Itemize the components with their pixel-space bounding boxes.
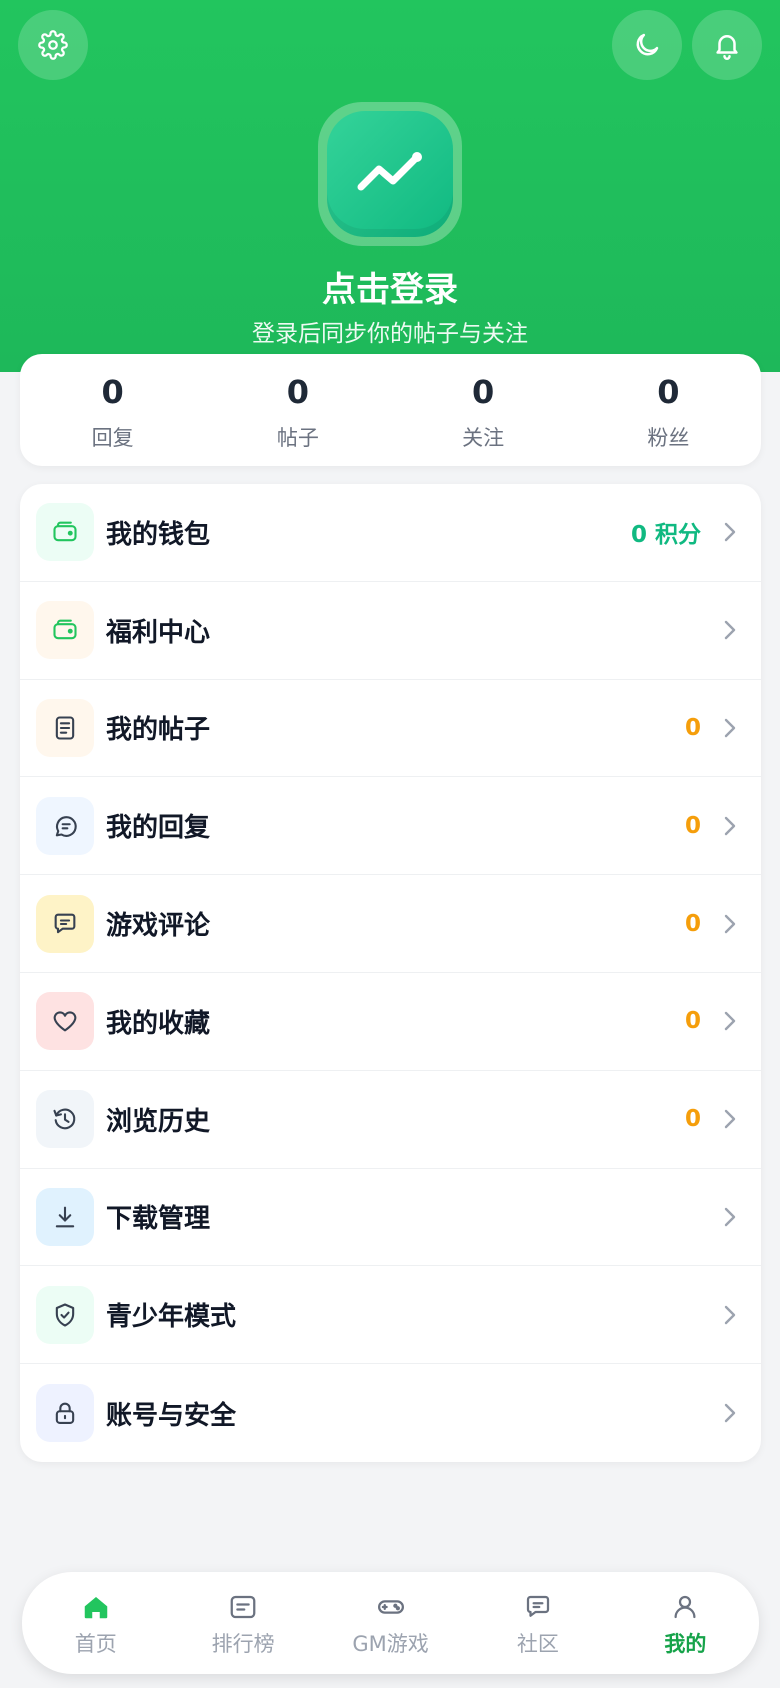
menu-label: 我的收藏: [106, 1008, 211, 1039]
tab-label: GM游戏: [352, 1632, 429, 1656]
chevron-right-icon: [721, 1303, 739, 1327]
menu-value: 0: [684, 1106, 701, 1133]
login-title[interactable]: 点击登录: [0, 262, 780, 311]
profile-header: 点击登录 登录后同步你的帖子与关注: [0, 0, 780, 372]
menu-item-game-comments[interactable]: 游戏评论 0: [20, 875, 761, 973]
stat-following[interactable]: 0 关注: [391, 354, 576, 466]
tab-community[interactable]: 社区: [464, 1572, 611, 1674]
stat-posts[interactable]: 0 帖子: [205, 354, 390, 466]
chevron-right-icon: [721, 1205, 739, 1229]
stat-label: 粉丝: [647, 426, 690, 450]
menu-label: 下载管理: [106, 1204, 211, 1235]
stats-card: 0 回复 0 帖子 0 关注 0 粉丝: [20, 354, 761, 466]
comment-icon: [36, 894, 94, 953]
menu-item-welfare[interactable]: 福利中心: [20, 582, 761, 680]
menu-label: 我的帖子: [106, 715, 211, 746]
avatar[interactable]: [318, 102, 462, 246]
stat-value: 0: [471, 373, 495, 411]
chevron-right-icon: [721, 814, 739, 838]
heart-icon: [36, 992, 94, 1051]
tab-ranking[interactable]: 排行榜: [169, 1572, 316, 1674]
menu-value: 0: [684, 714, 701, 741]
stat-replies[interactable]: 0 回复: [20, 354, 205, 466]
menu-label: 我的钱包: [106, 519, 211, 550]
menu-item-my-replies[interactable]: 我的回复 0: [20, 777, 761, 876]
ranking-icon: [230, 1595, 256, 1619]
menu-value: 0: [684, 910, 701, 937]
stat-value: 0: [657, 373, 680, 411]
menu-label: 青少年模式: [106, 1302, 237, 1333]
trend-line-icon: [357, 152, 422, 191]
avatar-tile: [327, 111, 453, 237]
shield-check-icon: [36, 1285, 94, 1344]
menu-label: 浏览历史: [106, 1106, 211, 1137]
community-icon: [526, 1595, 550, 1617]
stat-value: 0: [101, 373, 124, 411]
chevron-right-icon: [721, 1009, 739, 1033]
chat-reply-icon: [36, 796, 94, 855]
moon-icon: [636, 33, 659, 56]
gear-icon: [38, 30, 68, 60]
menu-item-wallet[interactable]: 我的钱包 0 积分: [20, 484, 761, 582]
bottom-tab-bar: 首页 排行榜 GM游戏 社区 我的: [22, 1572, 759, 1674]
tab-home[interactable]: 首页: [22, 1572, 169, 1674]
tab-gm-games[interactable]: GM游戏: [317, 1572, 464, 1674]
user-icon: [674, 1595, 696, 1619]
document-icon: [36, 698, 94, 757]
menu-value: 0: [684, 1008, 701, 1035]
wallet-icon: [36, 503, 94, 562]
menu-label: 账号与安全: [106, 1400, 237, 1431]
stat-label: 关注: [462, 426, 505, 450]
tab-mine[interactable]: 我的: [612, 1572, 759, 1674]
tab-label: 首页: [74, 1632, 117, 1656]
download-icon: [36, 1187, 94, 1246]
menu-item-account-security[interactable]: 账号与安全: [20, 1364, 761, 1462]
chevron-right-icon: [721, 1401, 739, 1425]
chevron-right-icon: [721, 618, 739, 642]
stat-label: 回复: [91, 426, 134, 450]
bell-icon: [716, 35, 738, 60]
stat-fans[interactable]: 0 粉丝: [576, 354, 761, 466]
tab-label: 我的: [664, 1632, 707, 1656]
notification-button[interactable]: [692, 10, 762, 80]
menu-label: 我的回复: [106, 813, 211, 844]
chevron-right-icon: [721, 716, 739, 740]
menu-item-teen-mode[interactable]: 青少年模式: [20, 1266, 761, 1365]
home-icon: [84, 1597, 107, 1619]
menu-value: 0 积分: [630, 522, 701, 549]
menu-item-downloads[interactable]: 下载管理: [20, 1169, 761, 1267]
tab-label: 排行榜: [211, 1632, 275, 1656]
menu-label: 福利中心: [106, 617, 211, 648]
menu-label: 游戏评论: [106, 911, 211, 942]
menu-item-my-posts[interactable]: 我的帖子 0: [20, 680, 761, 778]
chevron-right-icon: [721, 1107, 739, 1131]
chevron-right-icon: [721, 520, 739, 544]
stat-value: 0: [286, 373, 309, 411]
menu-value: 0: [684, 812, 701, 839]
stat-label: 帖子: [276, 426, 319, 450]
settings-button[interactable]: [18, 10, 88, 80]
lock-icon: [36, 1384, 94, 1443]
login-subtitle: 登录后同步你的帖子与关注: [252, 321, 528, 347]
tab-label: 社区: [516, 1632, 559, 1656]
gamepad-icon: [377, 1600, 404, 1614]
gift-wallet-icon: [36, 601, 94, 660]
menu-item-history[interactable]: 浏览历史 0: [20, 1071, 761, 1169]
theme-toggle-button[interactable]: [612, 10, 682, 80]
history-icon: [36, 1090, 94, 1149]
chevron-right-icon: [721, 912, 739, 936]
menu-list: 我的钱包 0 积分 福利中心 我的帖子 0 我的回复 0 游戏评论 0 我的收藏…: [20, 484, 761, 1462]
menu-item-favorites[interactable]: 我的收藏 0: [20, 973, 761, 1071]
